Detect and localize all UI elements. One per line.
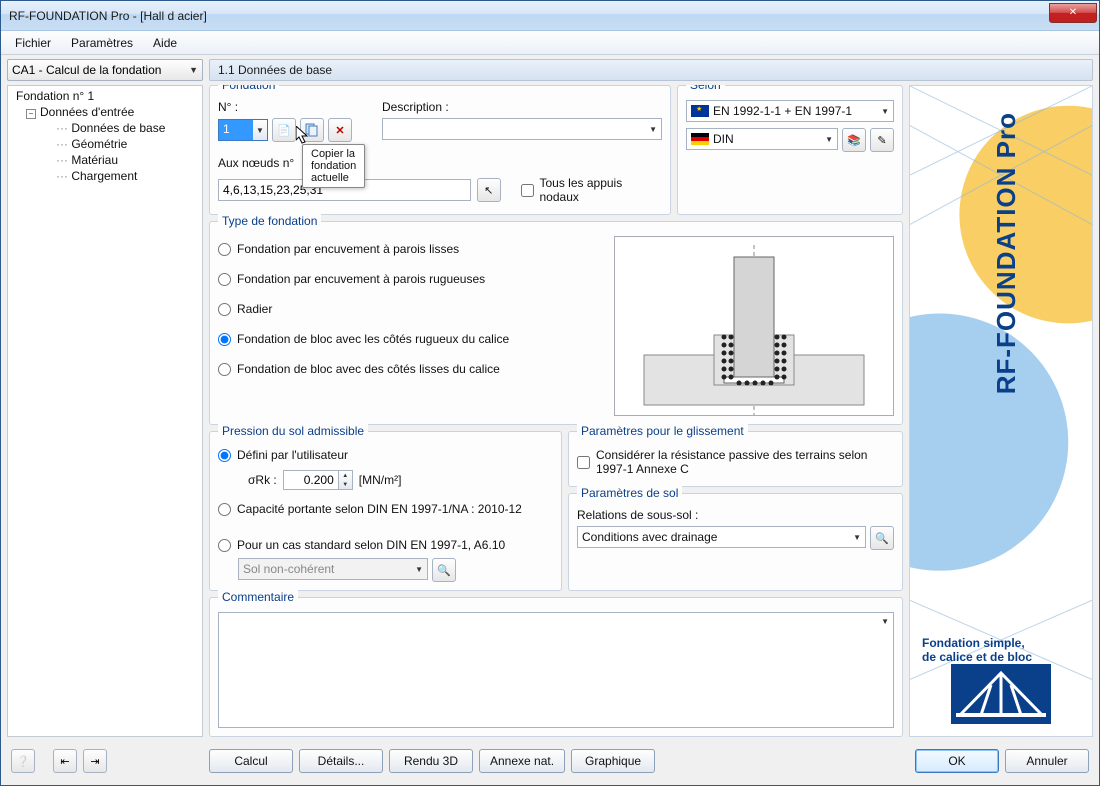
chevron-down-icon: ▼: [825, 135, 833, 144]
collapse-icon[interactable]: −: [26, 109, 36, 119]
group-selon-title: Selon: [686, 85, 725, 92]
description-field[interactable]: ▼: [382, 118, 662, 140]
nav-prev-button[interactable]: ⇤: [53, 749, 77, 773]
group-fondation-title: Fondation: [218, 85, 279, 92]
group-comment: Commentaire ▼: [209, 597, 903, 737]
sigma-input[interactable]: ▲▼: [283, 470, 353, 490]
subsoil-select[interactable]: Conditions avec drainage ▼: [577, 526, 866, 548]
window-title: RF-FOUNDATION Pro - [Hall d acier]: [9, 9, 1049, 23]
tree-geom[interactable]: ··· Géométrie: [12, 136, 198, 152]
chevron-down-icon: ▼: [189, 65, 198, 75]
code-national[interactable]: DIN ▼: [686, 128, 838, 150]
group-soil-pressure: Pression du sol admissible Défini par l'…: [209, 431, 562, 591]
menu-params[interactable]: Paramètres: [63, 34, 141, 52]
soil-opt3[interactable]: Pour un cas standard selon DIN EN 1997-1…: [218, 536, 553, 554]
case-selector[interactable]: CA1 - Calcul de la fondation ▼: [7, 59, 203, 81]
soil-type-select: Sol non-cohérent ▼: [238, 558, 428, 580]
sigma-label: σRk :: [248, 473, 277, 487]
render3d-button[interactable]: Rendu 3D: [389, 749, 473, 773]
chevron-down-icon: ▼: [881, 107, 889, 116]
nav-next-button[interactable]: ⇥: [83, 749, 107, 773]
type-opt5[interactable]: Fondation de bloc avec des côtés lisses …: [218, 360, 604, 378]
tree-mat[interactable]: ··· Matériau: [12, 152, 198, 168]
footer: ❔ ⇤ ⇥ Calcul Détails... Rendu 3D Annexe …: [7, 743, 1093, 779]
calc-button[interactable]: Calcul: [209, 749, 293, 773]
group-comment-title: Commentaire: [218, 590, 298, 604]
code-lib-button[interactable]: 📚: [842, 128, 866, 152]
details-button[interactable]: Détails...: [299, 749, 383, 773]
menu-file[interactable]: Fichier: [7, 34, 59, 52]
chevron-down-icon: ▼: [649, 125, 657, 134]
ok-button[interactable]: OK: [915, 749, 999, 773]
annex-button[interactable]: Annexe nat.: [479, 749, 565, 773]
sigma-unit: [MN/m²]: [359, 473, 402, 487]
group-soil-params: Paramètres de sol Relations de sous-sol …: [568, 493, 903, 591]
soil-type-details[interactable]: 🔍: [432, 558, 456, 582]
tree-root[interactable]: Fondation n° 1: [12, 88, 198, 104]
desc-label: Description :: [382, 100, 662, 114]
passive-resistance-checkbox[interactable]: Considérer la résistance passive des ter…: [577, 446, 894, 478]
graphic-button[interactable]: Graphique: [571, 749, 655, 773]
group-sliding: Paramètres pour le glissement Considérer…: [568, 431, 903, 487]
spin-down-icon[interactable]: ▼: [339, 480, 352, 489]
flag-eu-icon: [691, 105, 709, 117]
chevron-down-icon[interactable]: ▼: [253, 120, 267, 140]
app-subtitle-1: Fondation simple,: [916, 636, 1086, 650]
app-name: RF-FOUNDATION Pro: [991, 112, 1022, 394]
aux-label: Aux nœuds n°: [218, 156, 662, 170]
case-selector-label: CA1 - Calcul de la fondation: [12, 63, 161, 77]
soil-opt1[interactable]: Défini par l'utilisateur: [218, 446, 553, 464]
foundation-diagram: [614, 236, 894, 416]
menubar: Fichier Paramètres Aide: [1, 31, 1099, 55]
spin-up-icon[interactable]: ▲: [339, 471, 352, 480]
soil-opt2[interactable]: Capacité portante selon DIN EN 1997-1/NA…: [218, 500, 553, 518]
group-soil-title: Pression du sol admissible: [218, 424, 368, 438]
group-type-title: Type de fondation: [218, 214, 321, 228]
cursor-icon: [296, 126, 312, 146]
code-primary[interactable]: EN 1992-1-1 + EN 1997-1 ▼: [686, 100, 894, 122]
vendor-logo: [951, 664, 1051, 724]
nav-tree[interactable]: Fondation n° 1 −Données d'entrée ··· Don…: [7, 85, 203, 737]
chevron-down-icon: ▼: [853, 533, 861, 542]
app-subtitle-2: de calice et de bloc: [916, 650, 1086, 664]
chevron-down-icon: ▼: [881, 617, 889, 626]
help-button[interactable]: ❔: [11, 749, 35, 773]
titlebar: RF-FOUNDATION Pro - [Hall d acier] ✕: [1, 1, 1099, 31]
menu-help[interactable]: Aide: [145, 34, 185, 52]
cancel-button[interactable]: Annuler: [1005, 749, 1089, 773]
foundation-number[interactable]: 1 ▼: [218, 119, 268, 141]
type-opt4[interactable]: Fondation de bloc avec les côtés rugueux…: [218, 330, 604, 348]
group-soilparam-title: Paramètres de sol: [577, 486, 682, 500]
group-fondation: Fondation N° : 1 ▼: [209, 85, 671, 215]
subsoil-details[interactable]: 🔍: [870, 526, 894, 550]
pick-nodes-button[interactable]: ↖: [477, 178, 501, 202]
type-opt2[interactable]: Fondation par encuvement à parois rugueu…: [218, 270, 604, 288]
type-opt1[interactable]: Fondation par encuvement à parois lisses: [218, 240, 604, 258]
tree-load[interactable]: ··· Chargement: [12, 168, 198, 184]
subsoil-label: Relations de sous-sol :: [577, 508, 894, 522]
close-button[interactable]: ✕: [1049, 3, 1097, 23]
page-title: 1.1 Données de base: [209, 59, 1093, 81]
all-supports-checkbox[interactable]: Tous les appuis nodaux: [521, 174, 662, 206]
group-sliding-title: Paramètres pour le glissement: [577, 424, 748, 438]
group-type: Type de fondation Fondation par encuveme…: [209, 221, 903, 425]
delete-foundation-button[interactable]: ✕: [328, 118, 352, 142]
code-edit-button[interactable]: ✎: [870, 128, 894, 152]
tree-input[interactable]: −Données d'entrée: [12, 104, 198, 120]
n-label: N° :: [218, 100, 352, 114]
flag-de-icon: [691, 133, 709, 145]
new-foundation-button[interactable]: 📄: [272, 118, 296, 142]
comment-field[interactable]: ▼: [218, 612, 894, 728]
tooltip: Copier la fondation actuelle: [302, 144, 365, 188]
chevron-down-icon: ▼: [415, 565, 423, 574]
tree-base[interactable]: ··· Données de base: [12, 120, 198, 136]
type-opt3[interactable]: Radier: [218, 300, 604, 318]
branding-panel: RF-FOUNDATION Pro Fondation simple, de c…: [909, 85, 1093, 737]
group-selon: Selon EN 1992-1-1 + EN 1997-1 ▼ DI: [677, 85, 903, 215]
